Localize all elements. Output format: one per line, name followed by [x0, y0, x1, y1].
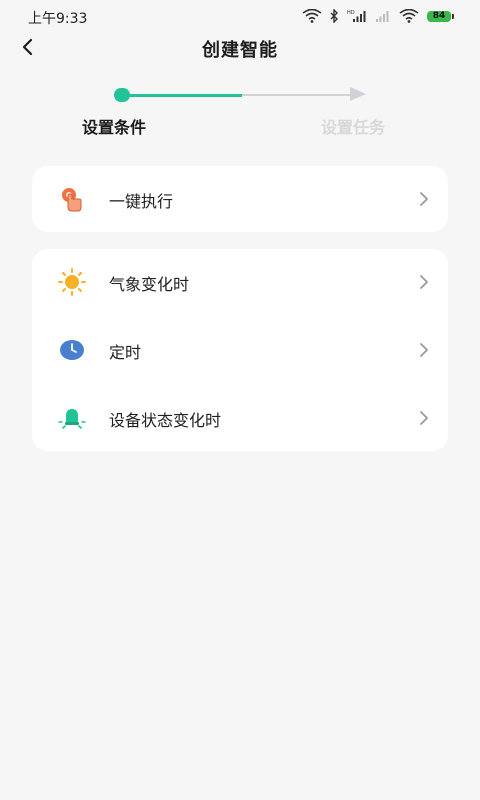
page-title: 创建智能 [202, 40, 278, 61]
chevron-right-icon [418, 274, 430, 290]
chevron-right-icon [418, 342, 430, 358]
signal-hd-icon: HD [347, 9, 367, 23]
stepper: 设置条件 设置任务 [0, 84, 480, 144]
status-bar: 上午9:33 HD 84 [0, 0, 480, 32]
status-time: 上午9:33 [28, 11, 88, 27]
wifi-icon [399, 9, 419, 23]
step-arrow-icon [350, 87, 366, 101]
step-dot [114, 88, 130, 102]
condition-card-manual: 一键执行 [32, 166, 448, 232]
condition-label: 定时 [109, 343, 142, 362]
chevron-right-icon [418, 410, 430, 426]
svg-text:HD: HD [347, 10, 355, 16]
signal-icon [375, 9, 391, 23]
condition-timer[interactable]: 定时 [32, 317, 448, 383]
bluetooth-icon [330, 9, 339, 23]
condition-one-tap[interactable]: 一键执行 [32, 166, 448, 232]
step-label-tasks: 设置任务 [321, 118, 386, 137]
step-line-inactive [242, 94, 354, 96]
lightbulb-icon [56, 402, 88, 434]
condition-label: 气象变化时 [109, 275, 190, 294]
condition-label: 一键执行 [109, 192, 174, 211]
tap-hand-icon [56, 183, 88, 215]
step-label-conditions: 设置条件 [82, 118, 147, 137]
condition-label: 设备状态变化时 [109, 411, 222, 430]
sun-icon [56, 266, 88, 298]
status-icons: HD 84 [302, 7, 454, 25]
clock-icon [56, 334, 88, 366]
step-line-active [124, 94, 242, 97]
battery-level: 84 [427, 10, 451, 22]
condition-card-auto: 气象变化时 定时 设备状态变化时 [32, 249, 448, 451]
wifi-icon [302, 9, 322, 23]
battery-icon: 84 [427, 10, 454, 22]
nav-bar: 创建智能 [0, 30, 480, 64]
condition-weather[interactable]: 气象变化时 [32, 249, 448, 315]
chevron-right-icon [418, 191, 430, 207]
condition-device-state[interactable]: 设备状态变化时 [32, 385, 448, 451]
